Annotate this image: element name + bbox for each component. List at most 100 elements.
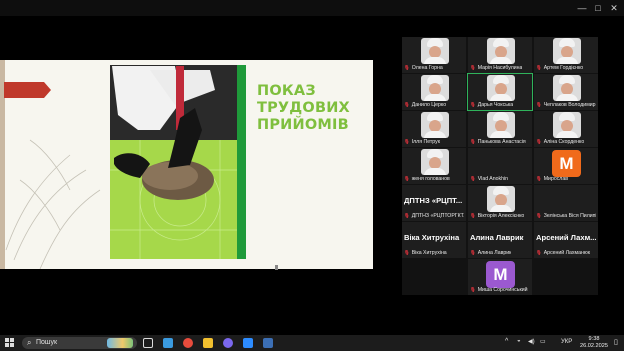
mouse-cursor bbox=[275, 265, 278, 270]
close-icon[interactable]: ✕ bbox=[608, 3, 620, 13]
participant-name: Миша Сорочинський bbox=[477, 287, 528, 293]
muted-mic-icon: 🎙 bbox=[404, 65, 410, 70]
word-icon[interactable] bbox=[263, 338, 273, 348]
maximize-icon[interactable]: □ bbox=[592, 3, 604, 13]
battery-icon[interactable]: ▭ bbox=[540, 338, 546, 345]
participant-name: Арсений Лахманюк bbox=[543, 250, 591, 256]
participant-tile[interactable]: 🎙 Ілля Петрук bbox=[402, 111, 466, 147]
participant-display-name: Алина Лаврик bbox=[470, 233, 524, 242]
muted-mic-icon: 🎙 bbox=[470, 287, 476, 292]
participant-avatar: M bbox=[552, 150, 581, 177]
slide-title: ПОКАЗ ТРУДОВИХ ПРИЙОМІВ bbox=[257, 83, 350, 134]
participant-video bbox=[487, 38, 515, 64]
viber-icon[interactable] bbox=[223, 338, 233, 348]
participant-name: Мирослав bbox=[543, 176, 568, 182]
participant-tile[interactable]: 🎙 Олена Горна bbox=[402, 37, 466, 73]
participant-video bbox=[421, 149, 449, 175]
muted-mic-icon: 🎙 bbox=[404, 176, 410, 181]
muted-mic-icon: 🎙 bbox=[536, 102, 542, 107]
participant-name: ДПТНЗ «РЦПТОРГКТ... bbox=[411, 213, 464, 219]
chrome-icon[interactable] bbox=[183, 338, 193, 348]
participant-tile[interactable]: 🎙 Данило Церко bbox=[402, 74, 466, 110]
red-arrow-shape bbox=[4, 82, 51, 98]
participant-name-label: 🎙 Олена Горна bbox=[404, 64, 443, 72]
notifications-icon[interactable]: ▯ bbox=[614, 338, 618, 346]
network-icon[interactable]: ◒ bbox=[517, 338, 521, 344]
participant-video bbox=[421, 75, 449, 101]
participant-video bbox=[487, 186, 515, 212]
participant-name: женя голованов bbox=[411, 176, 450, 182]
clock-time: 9:38 bbox=[588, 336, 600, 342]
participant-tile[interactable]: 🎙 Зелінська Віся Пилипі... bbox=[534, 185, 598, 221]
muted-mic-icon: 🎙 bbox=[536, 213, 542, 218]
participant-tile[interactable]: 🎙 Панькова Анастасія bbox=[468, 111, 532, 147]
green-stripe bbox=[237, 65, 246, 259]
participant-display-name: Віка Хитрухіна bbox=[404, 233, 460, 242]
participant-video bbox=[487, 75, 515, 101]
participant-tile[interactable]: 🎙 Марія Насибулина bbox=[468, 37, 532, 73]
participant-display-name: Арсений Лахм... bbox=[536, 233, 597, 242]
participant-tile[interactable]: 🎙 Аліна Скорденко bbox=[534, 111, 598, 147]
participant-name-label: 🎙 Миша Сорочинський bbox=[470, 286, 528, 294]
participant-name: Марія Насибулина bbox=[477, 65, 523, 71]
participant-name: Аліна Скорденко bbox=[543, 139, 585, 145]
task-view-icon[interactable] bbox=[143, 338, 153, 348]
participant-name-label: 🎙 Арсений Лахманюк bbox=[536, 249, 590, 257]
participant-display-name: ДПТНЗ «РЦПТ... bbox=[404, 196, 463, 205]
muted-mic-icon: 🎙 bbox=[404, 102, 410, 107]
muted-mic-icon: 🎙 bbox=[404, 213, 410, 218]
muted-mic-icon: 🎙 bbox=[470, 102, 476, 107]
muted-mic-icon: 🎙 bbox=[404, 139, 410, 144]
taskbar-search-box[interactable]: ⌕ Пошук bbox=[22, 337, 137, 349]
muted-mic-icon: 🎙 bbox=[536, 65, 542, 70]
participant-name-label: 🎙 Дарья Чокська bbox=[470, 101, 513, 109]
edge-icon[interactable] bbox=[163, 338, 173, 348]
participant-name-label: 🎙 женя голованов bbox=[404, 175, 450, 183]
tray-overflow-icon[interactable]: ^ bbox=[505, 338, 508, 345]
participant-tile[interactable]: Арсений Лахм... 🎙 Арсений Лахманюк bbox=[534, 222, 598, 258]
participant-tile[interactable]: Алина Лаврик 🎙 Алина Лаврик bbox=[468, 222, 532, 258]
zoom-icon[interactable] bbox=[243, 338, 253, 348]
participant-name-label: 🎙 Мирослав bbox=[536, 175, 568, 183]
muted-mic-icon: 🎙 bbox=[470, 176, 476, 181]
taskbar: ⌕ Пошук ^ ◒ ◀) ▭ УКР 9:38 26.02.2025 ▯ bbox=[0, 335, 624, 351]
participant-tile[interactable]: 🎙 Артем Гордієнко bbox=[534, 37, 598, 73]
participant-video bbox=[553, 112, 581, 138]
participant-tile[interactable]: ДПТНЗ «РЦПТ... 🎙 ДПТНЗ «РЦПТОРГКТ... bbox=[402, 185, 466, 221]
muted-mic-icon: 🎙 bbox=[470, 250, 476, 255]
language-indicator[interactable]: УКР bbox=[561, 339, 572, 345]
volume-icon[interactable]: ◀) bbox=[528, 338, 535, 345]
windows-start-icon[interactable] bbox=[5, 338, 15, 348]
slide-title-line-1: ПОКАЗ bbox=[257, 83, 316, 99]
search-highlight-image bbox=[107, 338, 133, 348]
participant-video bbox=[421, 112, 449, 138]
participant-tile[interactable]: 🎙 Чеплаков Володимир bbox=[534, 74, 598, 110]
participant-tile[interactable]: M 🎙 Миша Сорочинський bbox=[468, 259, 532, 295]
participant-name-label: 🎙 Віка Хитрухіна bbox=[404, 249, 447, 257]
title-bar: — □ ✕ bbox=[0, 0, 624, 16]
participant-tile[interactable]: 🎙 женя голованов bbox=[402, 148, 466, 184]
muted-mic-icon: 🎙 bbox=[470, 213, 476, 218]
participant-video bbox=[487, 112, 515, 138]
participant-name: Дарья Чокська bbox=[477, 102, 514, 108]
participant-tile[interactable]: M 🎙 Мирослав bbox=[534, 148, 598, 184]
participant-name-label: 🎙 Алина Лаврик bbox=[470, 249, 511, 257]
participant-video bbox=[421, 38, 449, 64]
participant-name-label: 🎙 Панькова Анастасія bbox=[470, 138, 526, 146]
participant-name-label: 🎙 Данило Церко bbox=[404, 101, 446, 109]
minimize-icon[interactable]: — bbox=[576, 3, 588, 13]
muted-mic-icon: 🎙 bbox=[470, 65, 476, 70]
participant-tile[interactable]: 🎙 Вікторія Алексієнко bbox=[468, 185, 532, 221]
participant-tile[interactable]: Віка Хитрухіна 🎙 Віка Хитрухіна bbox=[402, 222, 466, 258]
participant-name-label: 🎙 Марія Насибулина bbox=[470, 64, 522, 72]
participant-tile[interactable]: 🎙 Дарья Чокська bbox=[467, 73, 533, 111]
participant-name-label: 🎙 Вікторія Алексієнко bbox=[470, 212, 524, 220]
muted-mic-icon: 🎙 bbox=[404, 250, 410, 255]
participant-name: Алина Лаврик bbox=[477, 250, 512, 256]
participant-name: Панькова Анастасія bbox=[477, 139, 526, 145]
slide-title-line-3: ПРИЙОМІВ bbox=[257, 117, 349, 133]
participant-tile[interactable]: 🎙 Vlad Anokhin bbox=[468, 148, 532, 184]
participant-name-label: 🎙 ДПТНЗ «РЦПТОРГКТ... bbox=[404, 212, 464, 220]
taskbar-clock[interactable]: 9:38 26.02.2025 bbox=[578, 336, 610, 350]
file-explorer-icon[interactable] bbox=[203, 338, 213, 348]
